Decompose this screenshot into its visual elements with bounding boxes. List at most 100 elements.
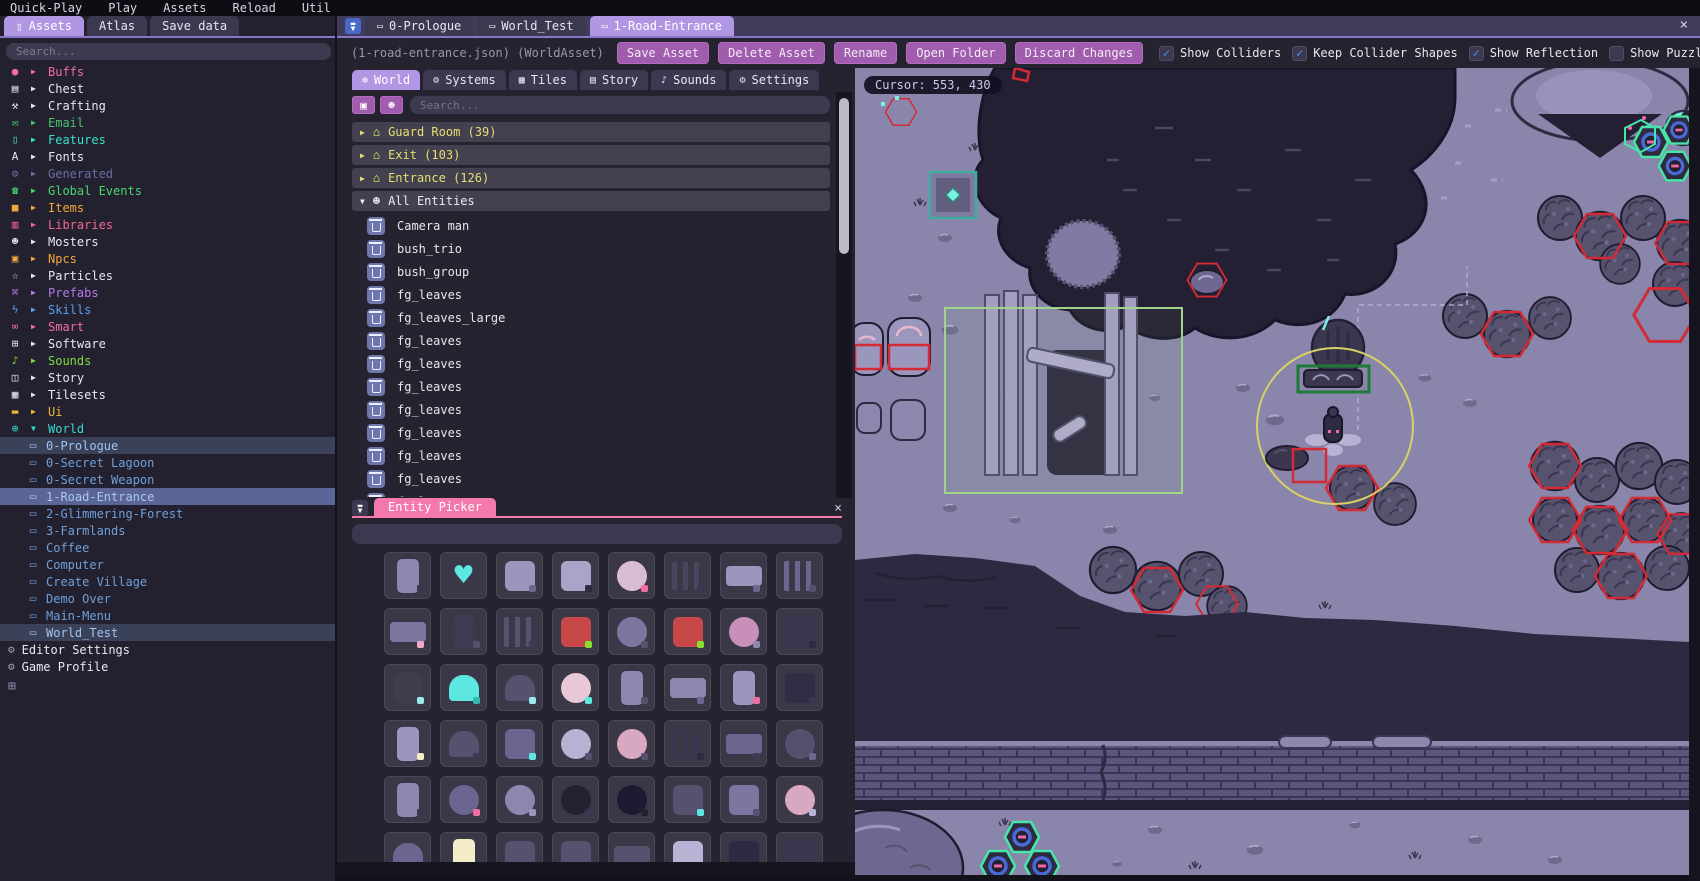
sprite-cell[interactable]	[776, 664, 823, 711]
entity-row[interactable]: fg_leaves	[352, 490, 830, 497]
sprite-cell[interactable]	[720, 720, 767, 767]
panel-tab-settings[interactable]: ⚙ Settings	[729, 70, 820, 90]
world-map-computer[interactable]: ▭ Computer	[0, 556, 335, 573]
sprite-cell[interactable]	[608, 832, 655, 862]
delete-entity-button[interactable]	[367, 377, 385, 396]
sidebar-item-world[interactable]: ⊕ ▼ World	[0, 420, 335, 437]
sprite-cell[interactable]	[552, 720, 599, 767]
sprite-cell[interactable]	[664, 720, 711, 767]
sidebar-item-chest[interactable]: ▤ ▶ Chest	[0, 80, 335, 97]
sprite-cell[interactable]	[608, 608, 655, 655]
delete-entity-button[interactable]	[367, 262, 385, 281]
delete-entity-button[interactable]	[367, 423, 385, 442]
sidebar-tab-save-data[interactable]: Save data	[150, 16, 240, 36]
tab-dropdown-button[interactable]: ▬ ▼	[345, 18, 361, 34]
world-map-demo-over[interactable]: ▭ Demo Over	[0, 590, 335, 607]
sprite-cell[interactable]	[720, 608, 767, 655]
delete-entity-button[interactable]	[367, 492, 385, 497]
world-map-world-test[interactable]: ▭ World_Test	[0, 624, 335, 641]
sprite-cell[interactable]	[664, 832, 711, 862]
sprite-cell[interactable]	[496, 720, 543, 767]
discard-changes-button[interactable]: Discard Changes	[1014, 42, 1144, 64]
entity-search-input[interactable]	[410, 96, 830, 114]
sidebar-item-npcs[interactable]: ▣ ▶ Npcs	[0, 250, 335, 267]
add-folder-button[interactable]: ▣	[352, 96, 375, 114]
sidebar-item-crafting[interactable]: ⚒ ▶ Crafting	[0, 97, 335, 114]
panel-tab-world[interactable]: ⊕ World	[352, 70, 421, 90]
sidebar-item-story[interactable]: ◫ ▶ Story	[0, 369, 335, 386]
delete-entity-button[interactable]	[367, 239, 385, 258]
sprite-cell[interactable]	[552, 608, 599, 655]
entity-row[interactable]: fg_leaves	[352, 329, 830, 352]
sidebar-item-fonts[interactable]: A ▶ Fonts	[0, 148, 335, 165]
sprite-cell[interactable]	[440, 608, 487, 655]
sidebar-search-input[interactable]	[6, 43, 331, 60]
delete-entity-button[interactable]	[367, 354, 385, 373]
sidebar-item-particles[interactable]: ☆ ▶ Particles	[0, 267, 335, 284]
sprite-cell[interactable]	[776, 776, 823, 823]
sprite-cell[interactable]	[776, 552, 823, 599]
checkbox-keep-collider-shapes[interactable]: ✓ Keep Collider Shapes	[1292, 45, 1458, 61]
sidebar-tab-assets[interactable]: ▯ Assets	[4, 16, 84, 36]
close-icon[interactable]: ×	[1680, 17, 1688, 33]
sprite-cell[interactable]	[440, 832, 487, 862]
checkbox-icon[interactable]: ✓	[1159, 45, 1175, 61]
world-map-2-glimmering-forest[interactable]: ▭ 2-Glimmering-Forest	[0, 505, 335, 522]
world-viewport[interactable]: Cursor: 553, 430	[855, 68, 1689, 875]
sprite-cell[interactable]	[608, 776, 655, 823]
sprite-cell[interactable]	[496, 608, 543, 655]
sidebar-item-smart[interactable]: ∞ ▶ Smart	[0, 318, 335, 335]
checkbox-icon[interactable]: ✓	[1292, 45, 1308, 61]
sprite-cell[interactable]	[384, 552, 431, 599]
delete-entity-button[interactable]	[367, 216, 385, 235]
world-canvas[interactable]	[855, 68, 1689, 875]
sprite-cell[interactable]	[664, 608, 711, 655]
delete-entity-button[interactable]	[367, 469, 385, 488]
entity-row[interactable]: fg_leaves	[352, 352, 830, 375]
entity-row[interactable]: fg_leaves	[352, 375, 830, 398]
sidebar-item-mosters[interactable]: ☻ ▶ Mosters	[0, 233, 335, 250]
checkbox-icon[interactable]: ✓	[1609, 45, 1625, 61]
sidebar-item-ui[interactable]: ▬ ▶ Ui	[0, 403, 335, 420]
group-guard-room-39[interactable]: ▶ ⌂ Guard Room (39)	[352, 122, 830, 142]
doc-tab-world-test[interactable]: ▭ World_Test	[477, 16, 586, 36]
sprite-cell[interactable]	[384, 776, 431, 823]
sprite-cell[interactable]	[608, 664, 655, 711]
sprite-cell[interactable]	[552, 552, 599, 599]
sprite-cell[interactable]	[440, 664, 487, 711]
sidebar-tab-atlas[interactable]: Atlas	[86, 16, 148, 36]
delete-entity-button[interactable]	[367, 331, 385, 350]
save-asset-button[interactable]: Save Asset	[616, 42, 710, 64]
sidebar-item-prefabs[interactable]: ⌘ ▶ Prefabs	[0, 284, 335, 301]
menu-play[interactable]: Play	[108, 1, 137, 15]
sprite-cell[interactable]	[720, 776, 767, 823]
entity-row[interactable]: Camera man	[352, 214, 830, 237]
sidebar-item-generated[interactable]: ⚙ ▶ Generated	[0, 165, 335, 182]
scrollbar-track[interactable]	[836, 92, 852, 498]
world-map-0-prologue[interactable]: ▭ 0-Prologue	[0, 437, 335, 454]
sprite-cell[interactable]	[440, 776, 487, 823]
entity-row[interactable]: fg_leaves	[352, 467, 830, 490]
sidebar-item-items[interactable]: ■ ▶ Items	[0, 199, 335, 216]
close-icon[interactable]: ×	[834, 501, 842, 516]
entity-row[interactable]: fg_leaves	[352, 398, 830, 421]
sprite-cell[interactable]	[552, 776, 599, 823]
checkbox-icon[interactable]: ✓	[1468, 45, 1484, 61]
rename-button[interactable]: Rename	[833, 42, 898, 64]
menu-quick-play[interactable]: Quick-Play	[10, 1, 82, 15]
sprite-cell[interactable]: ♥	[440, 552, 487, 599]
checkbox-show-colliders[interactable]: ✓ Show Colliders	[1159, 45, 1281, 61]
add-asset-button[interactable]: ⊞	[8, 679, 23, 694]
sprite-cell[interactable]	[720, 664, 767, 711]
entity-row[interactable]: fg_leaves	[352, 283, 830, 306]
sidebar-item-libraries[interactable]: ▥ ▶ Libraries	[0, 216, 335, 233]
doc-tab-1-road-entrance[interactable]: ▭ 1-Road-Entrance	[589, 16, 734, 36]
sprite-cell[interactable]	[776, 608, 823, 655]
selection-rect[interactable]	[944, 307, 1183, 494]
sprite-cell[interactable]	[776, 832, 823, 862]
sidebar-item-skills[interactable]: ϟ ▶ Skills	[0, 301, 335, 318]
entity-row[interactable]: fg_leaves	[352, 444, 830, 467]
world-map-create-village[interactable]: ▭ Create Village	[0, 573, 335, 590]
panel-tab-tiles[interactable]: ▦ Tiles	[508, 70, 577, 90]
scrollbar-thumb[interactable]	[839, 98, 849, 254]
